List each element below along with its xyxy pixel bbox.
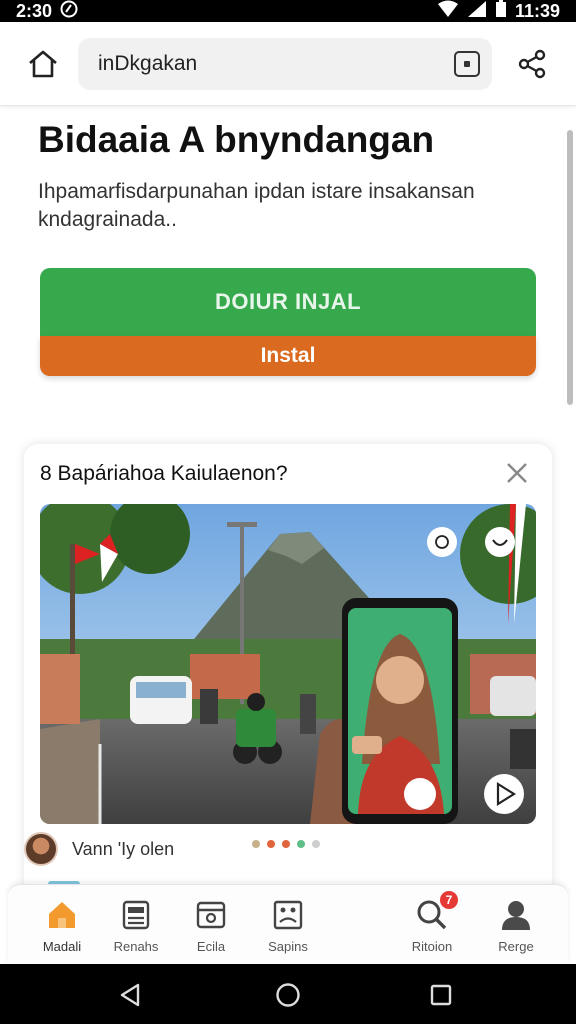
status-clock: 11:39 bbox=[514, 0, 560, 21]
nav-item-home[interactable]: Madali bbox=[26, 899, 98, 954]
carousel-dot-1[interactable] bbox=[252, 840, 260, 848]
nav-item-wallet[interactable]: Ecila bbox=[175, 899, 247, 954]
carousel-indicator[interactable] bbox=[252, 840, 320, 848]
nav-label: Ritoion bbox=[411, 939, 453, 954]
nav-label: Sapins bbox=[268, 939, 308, 954]
content-card: 8 Bapáriahoa Kaiulaenon? bbox=[24, 444, 552, 894]
profile-icon bbox=[500, 899, 532, 931]
tab-icon bbox=[464, 61, 470, 67]
url-text: inDkgakan bbox=[98, 52, 198, 75]
nav-item-profile[interactable]: Rerge bbox=[480, 899, 552, 954]
url-field[interactable]: inDkgakan bbox=[78, 38, 492, 90]
back-button[interactable] bbox=[118, 982, 144, 1008]
tabs-button[interactable] bbox=[454, 51, 480, 77]
home-icon bbox=[46, 899, 78, 931]
page-title: Bidaaia A bnyndangan bbox=[38, 119, 435, 160]
nav-label: Ecila bbox=[196, 939, 226, 954]
carousel-dot-2[interactable] bbox=[267, 840, 275, 848]
install-button[interactable]: Instal bbox=[40, 336, 536, 376]
primary-download-button[interactable]: DOIUR INJAL bbox=[40, 268, 536, 336]
close-icon bbox=[507, 463, 527, 483]
recents-button[interactable] bbox=[428, 982, 454, 1008]
circle-home-icon bbox=[276, 983, 300, 1007]
wallet-icon bbox=[195, 899, 227, 931]
carousel-dot-4[interactable] bbox=[297, 840, 305, 848]
poster-info[interactable]: Vann 'Iy olen bbox=[24, 832, 174, 866]
share-icon bbox=[518, 49, 546, 79]
nav-label: Rerge bbox=[498, 939, 534, 954]
recents-icon bbox=[430, 984, 452, 1006]
browser-toolbar: inDkgakan bbox=[0, 22, 576, 106]
status-time: 2:30 bbox=[16, 0, 53, 21]
page-scrollbar[interactable] bbox=[567, 130, 573, 405]
battery-icon bbox=[495, 0, 507, 23]
nav-item-search[interactable]: 7 Ritoion bbox=[396, 891, 468, 954]
wifi-icon bbox=[437, 0, 459, 23]
poster-name: Vann 'Iy olen bbox=[72, 838, 175, 859]
close-button[interactable] bbox=[504, 460, 530, 486]
carousel-dot-5[interactable] bbox=[312, 840, 320, 848]
home-system-button[interactable] bbox=[275, 982, 301, 1008]
notification-badge: 7 bbox=[440, 891, 458, 909]
gallery-icon bbox=[272, 899, 304, 931]
carousel-dot-3[interactable] bbox=[282, 840, 290, 848]
status-bar: 2:30 11:39 bbox=[0, 0, 576, 22]
news-icon bbox=[120, 899, 152, 931]
card-title: 8 Bapáriahoa Kaiulaenon? bbox=[40, 462, 288, 485]
home-icon bbox=[29, 50, 57, 78]
sync-icon bbox=[60, 0, 78, 23]
nav-label: Renahs bbox=[113, 939, 159, 954]
media-image[interactable] bbox=[40, 504, 536, 824]
nav-item-gallery[interactable]: Sapins bbox=[252, 899, 324, 954]
search-icon: 7 bbox=[416, 891, 458, 931]
avatar[interactable] bbox=[24, 832, 58, 866]
bottom-navigation: Madali Renahs Ecila Sapins 7 Ritoion Rer… bbox=[8, 884, 568, 964]
signal-icon bbox=[467, 0, 487, 23]
back-icon bbox=[120, 983, 140, 1007]
page-description: Ihpamarfisdarpunahan ipdan istare insaka… bbox=[38, 180, 475, 231]
system-navigation-bar bbox=[0, 964, 576, 1024]
nav-label: Madali bbox=[42, 939, 82, 954]
home-button[interactable] bbox=[26, 48, 60, 80]
share-button[interactable] bbox=[516, 48, 548, 80]
nav-item-news[interactable]: Renahs bbox=[100, 899, 172, 954]
